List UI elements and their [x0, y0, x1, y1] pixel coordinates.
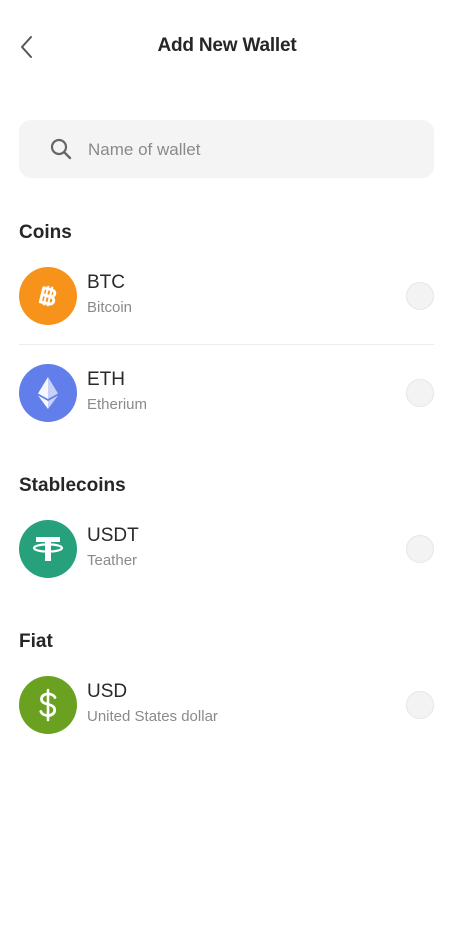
wallet-row-eth[interactable]: ETH Etherium [19, 364, 434, 424]
wallet-row-usdt[interactable]: USDT Teather [19, 520, 434, 580]
wallet-symbol: ETH [87, 369, 125, 390]
dollar-icon [19, 676, 77, 734]
bitcoin-icon [19, 267, 77, 325]
section-title-fiat: Fiat [19, 631, 53, 652]
select-radio-usdt[interactable] [406, 535, 434, 563]
wallet-symbol: BTC [87, 272, 125, 293]
wallet-row-usd[interactable]: USD United States dollar [19, 676, 434, 736]
wallet-symbol: USD [87, 681, 128, 702]
select-radio-eth[interactable] [406, 379, 434, 407]
select-radio-usd[interactable] [406, 691, 434, 719]
search-icon [50, 138, 72, 160]
wallet-symbol: USDT [87, 525, 139, 546]
select-radio-btc[interactable] [406, 282, 434, 310]
wallet-name: Etherium [87, 396, 148, 413]
page-title: Add New Wallet [157, 35, 297, 56]
wallet-row-btc[interactable]: BTC Bitcoin [19, 267, 434, 327]
section-title-stablecoins: Stablecoins [19, 475, 126, 496]
wallet-name: Bitcoin [87, 299, 133, 316]
wallet-name: Teather [87, 552, 138, 569]
search-bar[interactable] [19, 120, 434, 180]
tether-icon [19, 520, 77, 578]
search-input[interactable] [86, 120, 420, 180]
wallet-name: United States dollar [87, 708, 218, 725]
header: Add New Wallet [0, 0, 454, 94]
section-title-coins: Coins [19, 222, 72, 243]
divider [19, 344, 434, 345]
ethereum-icon [19, 364, 77, 422]
